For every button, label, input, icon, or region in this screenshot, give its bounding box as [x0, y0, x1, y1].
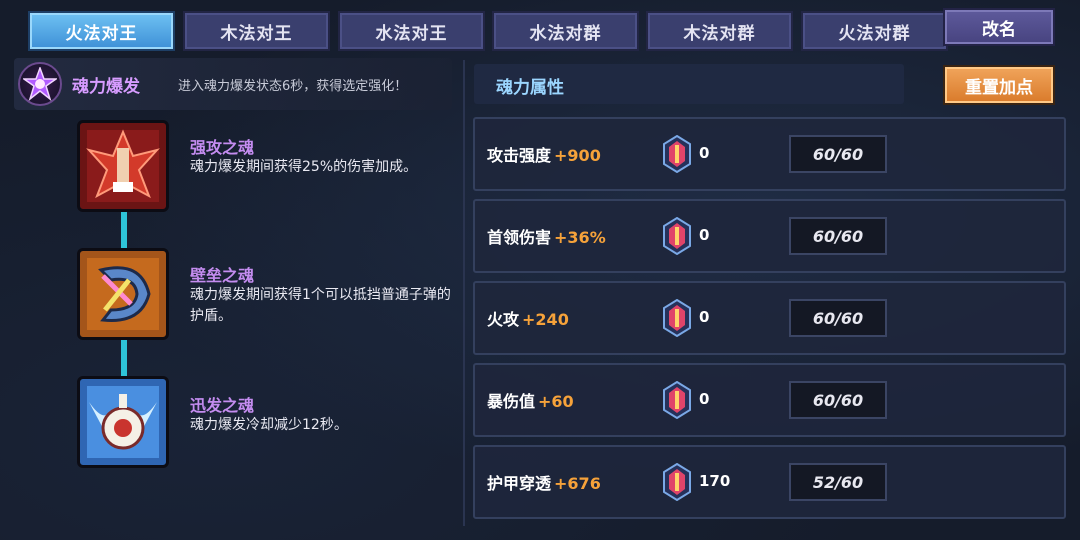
tab-wood-vs-group[interactable]: 木法对群 — [646, 11, 793, 51]
attribute-level: 60/60 — [789, 135, 887, 173]
attribute-row-fire-attack: 火攻 +240 0 60/60 — [473, 281, 1066, 355]
attribute-name: 火攻 — [487, 310, 520, 329]
soul-burst-star-icon — [18, 62, 62, 106]
attribute-level: 60/60 — [789, 299, 887, 337]
attribute-bonus: +36% — [554, 228, 606, 247]
panel-divider — [463, 60, 465, 526]
attribute-bonus: +900 — [554, 146, 601, 165]
soul-gem-icon — [663, 135, 691, 173]
gem-count: 0 — [699, 226, 710, 245]
skill-chain-connector — [121, 340, 127, 380]
red-power-soul-icon[interactable] — [77, 120, 169, 212]
attribute-bonus: +676 — [554, 474, 601, 493]
attribute-level: 60/60 — [789, 217, 887, 255]
tab-fire-vs-boss[interactable]: 火法对王 — [28, 11, 175, 51]
loadout-tabs: 火法对王 木法对王 水法对王 水法对群 木法对群 火法对群 — [28, 11, 948, 51]
attribute-label: 首领伤害 +36% — [487, 224, 606, 248]
attribute-row-boss-damage: 首领伤害 +36% 0 60/60 — [473, 199, 1066, 273]
blue-swift-soul-icon[interactable] — [77, 376, 169, 468]
attribute-label: 火攻 +240 — [487, 306, 569, 330]
soul-gem-icon — [663, 217, 691, 255]
soul-burst-description: 进入魂力爆发状态6秒，获得选定强化！ — [178, 79, 408, 94]
attribute-bonus: +240 — [522, 310, 569, 329]
attribute-bonus: +60 — [538, 392, 574, 411]
soul-gem-icon — [663, 381, 691, 419]
rename-button[interactable]: 改名 — [943, 8, 1055, 46]
orange-barrier-soul-icon[interactable] — [77, 248, 169, 340]
tab-water-vs-boss[interactable]: 水法对王 — [338, 11, 485, 51]
tab-water-vs-group[interactable]: 水法对群 — [492, 11, 639, 51]
reset-points-button[interactable]: 重置加点 — [943, 65, 1055, 105]
soul-gem-icon — [663, 463, 691, 501]
skill-name-swift: 迅发之魂 — [190, 396, 255, 415]
skill-description-barrier: 魂力爆发期间获得1个可以抵挡普通子弹的护盾。 — [190, 287, 451, 324]
attributes-title: 魂力属性 — [496, 78, 564, 98]
tab-wood-vs-boss[interactable]: 木法对王 — [183, 11, 330, 51]
skill-chain-connector — [121, 212, 127, 252]
gem-count: 0 — [699, 144, 710, 163]
gem-count: 170 — [699, 472, 731, 491]
attribute-level: 52/60 — [789, 463, 887, 501]
skill-description-power: 魂力爆发期间获得25%的伤害加成。 — [190, 159, 418, 175]
attribute-label: 攻击强度 +900 — [487, 142, 601, 166]
gem-count: 0 — [699, 390, 710, 409]
attribute-name: 护甲穿透 — [487, 474, 552, 493]
skill-description-swift: 魂力爆发冷却减少12秒。 — [190, 417, 348, 433]
attribute-row-armor-penetration: 护甲穿透 +676 170 52/60 — [473, 445, 1066, 519]
skill-name-barrier: 壁垒之魂 — [190, 266, 255, 285]
soul-burst-title: 魂力爆发 — [72, 77, 140, 97]
attribute-name: 首领伤害 — [487, 228, 552, 247]
soul-gem-icon — [663, 299, 691, 337]
attribute-level: 60/60 — [789, 381, 887, 419]
gem-count: 0 — [699, 308, 710, 327]
attribute-row-crit-damage: 暴伤值 +60 0 60/60 — [473, 363, 1066, 437]
attribute-name: 暴伤值 — [487, 392, 536, 411]
attribute-label: 暴伤值 +60 — [487, 388, 574, 412]
attribute-label: 护甲穿透 +676 — [487, 470, 601, 494]
skill-name-power: 强攻之魂 — [190, 138, 255, 157]
tab-fire-vs-group[interactable]: 火法对群 — [801, 11, 948, 51]
attribute-row-attack: 攻击强度 +900 0 60/60 — [473, 117, 1066, 191]
attribute-name: 攻击强度 — [487, 146, 552, 165]
